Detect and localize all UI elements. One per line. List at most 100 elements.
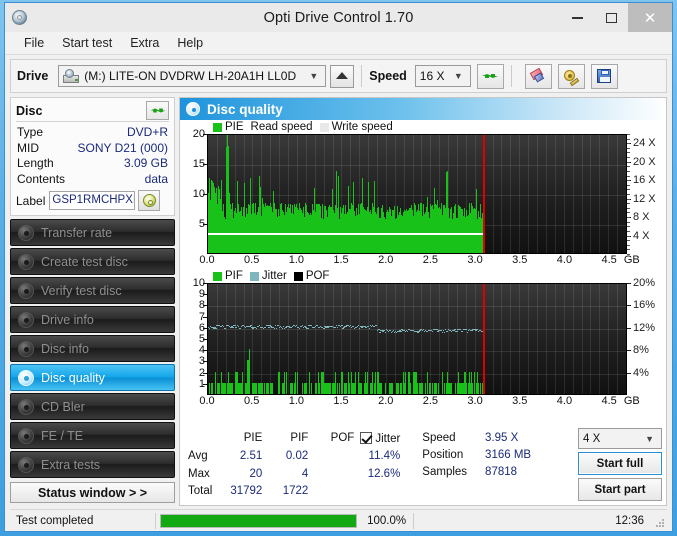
column-header-jitter[interactable]: Jitter	[358, 430, 402, 447]
x-axis-unit: GB	[623, 254, 640, 266]
grid-line	[563, 135, 565, 253]
grid-line	[305, 284, 307, 394]
info-row-position: Position 3166 MB	[420, 447, 533, 462]
disc-label-button[interactable]	[138, 190, 161, 211]
sidebar-item-create-test-disc[interactable]: Create test disc	[10, 248, 175, 275]
disc-row-contents: Contents data	[16, 172, 169, 188]
sidebar-item-label: Create test disc	[41, 254, 128, 269]
column-header-pie: PIE	[243, 432, 263, 445]
data-bar	[410, 382, 412, 394]
sidebar-item-verify-test-disc[interactable]: Verify test disc	[10, 277, 175, 304]
grid-line	[563, 284, 565, 394]
data-bar	[443, 382, 445, 394]
right-axis-minor-tick	[627, 240, 630, 242]
cell-max-pie: 20	[249, 467, 263, 480]
drive-icon	[63, 69, 80, 83]
jitter-line-segment	[361, 326, 363, 328]
separator	[361, 65, 363, 87]
settings-button[interactable]	[557, 63, 585, 89]
jitter-line-segment	[290, 327, 292, 329]
disc-label-input[interactable]: GSP1RMCHPXI	[49, 191, 136, 210]
data-bar	[473, 371, 475, 394]
legend-label: Write speed	[331, 121, 393, 133]
legend-item-pif: PIF	[213, 270, 243, 282]
menu-item-extra[interactable]: Extra	[121, 34, 168, 52]
right-axis-minor-tick	[627, 161, 630, 163]
sidebar-nav: Transfer rate Create test disc Verify te…	[10, 219, 175, 478]
info-value-samples: 87818	[485, 465, 518, 478]
cell-avg-pof	[312, 449, 356, 464]
separator	[510, 65, 512, 87]
right-axis-tick-label: 24 X	[633, 137, 656, 150]
cell-total-pif: 1722	[282, 485, 309, 498]
drive-select[interactable]: (M:) LITE-ON DVDRW LH-20A1H LL0D ▼	[58, 65, 327, 87]
disc-refresh-button[interactable]	[146, 101, 169, 120]
grid-line	[608, 284, 610, 394]
jitter-line-segment	[345, 326, 347, 328]
pif-y-axis: 10 9 8 7 6 5 4 3 2 1	[183, 277, 207, 395]
sidebar-item-label: Drive info	[41, 312, 94, 327]
x-axis-tick-label: 0.0	[199, 395, 215, 407]
menu-item-help[interactable]: Help	[168, 34, 212, 52]
test-speed-select[interactable]: 4 X ▼	[578, 428, 662, 449]
menu-item-file[interactable]: File	[15, 34, 53, 52]
legend-label: Jitter	[261, 270, 287, 282]
right-axis-minor-tick	[627, 212, 630, 214]
status-window-button[interactable]: Status window > >	[10, 482, 175, 503]
data-bar	[283, 371, 285, 394]
sidebar-item-disc-quality[interactable]: Disc quality	[10, 364, 175, 391]
x-axis-tick-label: 1.5	[333, 395, 349, 407]
data-bar	[324, 382, 326, 394]
pie-chart-legend: PIE Read speed Write speed	[183, 120, 663, 134]
grid-line	[617, 135, 619, 253]
save-button[interactable]	[590, 63, 618, 89]
data-bar	[271, 382, 273, 394]
right-axis-tick-label: 8 X	[633, 211, 650, 224]
jitter-line-segment	[327, 327, 329, 329]
eject-button[interactable]	[330, 64, 355, 88]
refresh-button[interactable]	[476, 63, 504, 89]
jitter-line-segment	[432, 331, 434, 332]
start-part-button[interactable]: Start part	[578, 478, 662, 501]
pie-x-axis: 0.0 0.5 1.0 1.5 2.0 2.5 3.0 3.5 4.0 4.5 GB	[199, 254, 639, 269]
menu-item-start-test[interactable]: Start test	[53, 34, 121, 52]
erase-button[interactable]	[524, 63, 552, 89]
sidebar-item-fe-te[interactable]: FE / TE	[10, 422, 175, 449]
eraser-icon	[530, 67, 546, 83]
grid-line	[208, 165, 626, 166]
legend-label: PIE	[225, 121, 244, 133]
grid-line	[208, 328, 626, 330]
grid-line	[519, 135, 521, 253]
pie-plot-area[interactable]	[207, 134, 627, 254]
sidebar-item-extra-tests[interactable]: Extra tests	[10, 451, 175, 478]
disc-row-value: 3.09 GB	[123, 156, 168, 170]
left-pane: Disc Type DVD+R MID SONY D21 (000) Lengt…	[10, 97, 175, 506]
sidebar-item-cd-bler[interactable]: CD Bler	[10, 393, 175, 420]
grid-line	[270, 284, 272, 394]
read-speed-line	[208, 233, 483, 235]
sidebar-item-label: Verify test disc	[41, 283, 122, 298]
jitter-line-segment	[224, 327, 227, 329]
jitter-line-segment	[307, 327, 309, 329]
eject-icon	[336, 72, 349, 79]
status-time: 12:36	[615, 514, 644, 527]
jitter-line-segment	[456, 331, 458, 333]
sidebar-item-label: CD Bler	[41, 399, 85, 414]
pif-plot-area[interactable]	[207, 283, 627, 395]
resize-grip[interactable]	[652, 515, 664, 527]
title-bar: Opti Drive Control 1.70 ✕	[5, 3, 672, 32]
right-axis-minor-tick	[627, 226, 630, 228]
right-axis-minor-tick	[627, 230, 630, 232]
sidebar-item-disc-info[interactable]: Disc info	[10, 335, 175, 362]
sidebar-item-drive-info[interactable]: Drive info	[10, 306, 175, 333]
sidebar-item-transfer-rate[interactable]: Transfer rate	[10, 219, 175, 246]
grid-line	[537, 135, 539, 253]
speed-select[interactable]: 16 X ▼	[414, 65, 471, 87]
disc-icon	[18, 456, 34, 473]
drive-select-value: (M:) LITE-ON DVDRW LH-20A1H LL0D	[84, 69, 297, 83]
panel-title: Disc quality	[207, 101, 283, 117]
data-bar	[310, 382, 312, 394]
start-full-button[interactable]: Start full	[578, 452, 662, 475]
info-value-speed: 3.95 X	[485, 431, 519, 444]
jitter-checkbox[interactable]	[360, 431, 373, 444]
